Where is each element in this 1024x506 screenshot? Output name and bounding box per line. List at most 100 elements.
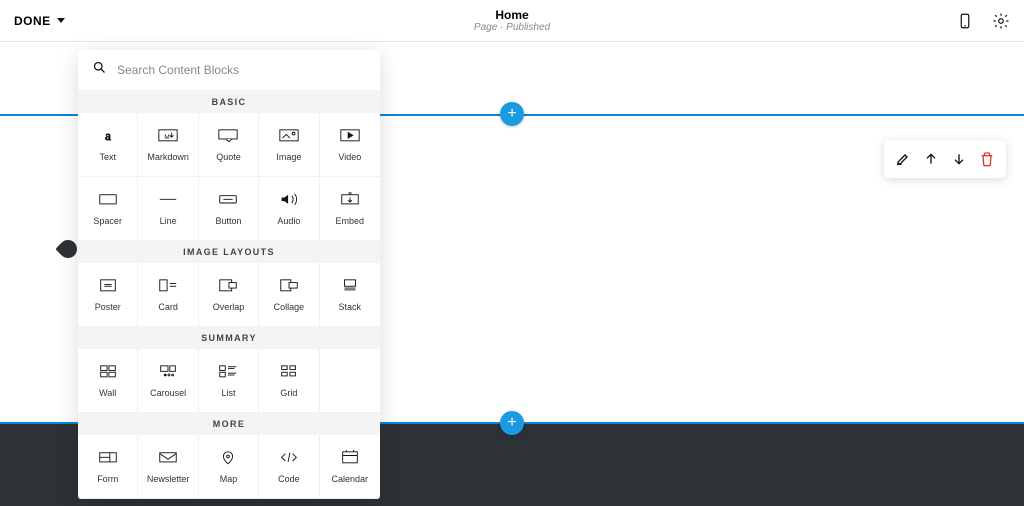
block-grid[interactable]: Grid: [259, 349, 319, 413]
block-wall[interactable]: Wall: [78, 349, 138, 413]
chevron-down-icon: [57, 18, 65, 23]
block-label: Wall: [99, 388, 116, 398]
block-label: Stack: [339, 302, 362, 312]
block-label: Audio: [277, 216, 300, 226]
audio-icon: [278, 192, 300, 208]
block-card[interactable]: Card: [138, 263, 198, 327]
block-label: Form: [97, 474, 118, 484]
block-button[interactable]: Button: [199, 177, 259, 241]
svg-text:a: a: [105, 129, 111, 143]
code-icon: [278, 450, 300, 466]
block-text[interactable]: a Text: [78, 113, 138, 177]
video-icon: [339, 128, 361, 144]
embed-icon: [339, 192, 361, 208]
block-form[interactable]: Form: [78, 435, 138, 499]
block-label: List: [221, 388, 235, 398]
block-calendar[interactable]: Calendar: [320, 435, 380, 499]
empty-cell: [320, 349, 380, 413]
block-label: Spacer: [93, 216, 122, 226]
block-label: Button: [215, 216, 241, 226]
newsletter-icon: [157, 450, 179, 466]
map-icon: [217, 450, 239, 466]
block-spacer[interactable]: Spacer: [78, 177, 138, 241]
block-line[interactable]: Line: [138, 177, 198, 241]
block-label: Quote: [216, 152, 241, 162]
block-label: Markdown: [147, 152, 189, 162]
category-header: SUMMARY: [78, 327, 380, 349]
calendar-icon: [339, 450, 361, 466]
block-newsletter[interactable]: Newsletter: [138, 435, 198, 499]
page-subtitle: Page · Published: [474, 22, 550, 33]
top-bar: DONE Home Page · Published: [0, 0, 1024, 42]
block-list[interactable]: List: [199, 349, 259, 413]
content-blocks-panel: BASIC a Text M Markdown Quote Image Video Spacer…: [78, 50, 380, 499]
block-poster[interactable]: Poster: [78, 263, 138, 327]
block-label: Image: [276, 152, 301, 162]
settings-gear-icon[interactable]: [992, 12, 1010, 30]
block-label: Embed: [336, 216, 365, 226]
block-label: Line: [160, 216, 177, 226]
block-image[interactable]: Image: [259, 113, 319, 177]
button-icon: [217, 192, 239, 208]
block-embed[interactable]: Embed: [320, 177, 380, 241]
search-icon: [92, 60, 107, 80]
block-label: Poster: [95, 302, 121, 312]
block-label: Text: [99, 152, 116, 162]
block-video[interactable]: Video: [320, 113, 380, 177]
svg-text:M: M: [164, 134, 169, 141]
move-down-button[interactable]: [946, 146, 972, 172]
edit-button[interactable]: [890, 146, 916, 172]
card-icon: [157, 278, 179, 294]
wall-icon: [97, 364, 119, 380]
block-stack[interactable]: Stack: [320, 263, 380, 327]
block-label: Newsletter: [147, 474, 190, 484]
block-edit-toolbar: [884, 140, 1006, 178]
block-label: Calendar: [332, 474, 369, 484]
block-overlap[interactable]: Overlap: [199, 263, 259, 327]
move-up-button[interactable]: [918, 146, 944, 172]
image-icon: [278, 128, 300, 144]
carousel-icon: [157, 364, 179, 380]
quote-icon: [217, 128, 239, 144]
line-icon: [157, 192, 179, 208]
block-label: Card: [158, 302, 178, 312]
spacer-icon: [97, 192, 119, 208]
grid-icon: [278, 364, 300, 380]
add-section-button-top[interactable]: +: [500, 102, 524, 126]
top-actions: [956, 12, 1010, 30]
insert-pointer-icon: [55, 236, 80, 261]
block-label: Collage: [274, 302, 305, 312]
search-row: [78, 50, 380, 91]
block-code[interactable]: Code: [259, 435, 319, 499]
block-label: Carousel: [150, 388, 186, 398]
delete-button[interactable]: [974, 146, 1000, 172]
editor-canvas: + + BASIC a Text M Markdown Quote Image Video Sp…: [0, 42, 1024, 506]
poster-icon: [97, 278, 119, 294]
done-button[interactable]: DONE: [14, 14, 65, 28]
stack-icon: [339, 278, 361, 294]
markdown-icon: M: [157, 128, 179, 144]
block-quote[interactable]: Quote: [199, 113, 259, 177]
block-audio[interactable]: Audio: [259, 177, 319, 241]
search-input[interactable]: [117, 63, 366, 77]
block-label: Video: [338, 152, 361, 162]
block-carousel[interactable]: Carousel: [138, 349, 198, 413]
page-title: Home: [474, 8, 550, 22]
category-header: BASIC: [78, 91, 380, 113]
text-icon: a: [97, 128, 119, 144]
form-icon: [97, 450, 119, 466]
collage-icon: [278, 278, 300, 294]
category-header: IMAGE LAYOUTS: [78, 241, 380, 263]
page-title-wrap: Home Page · Published: [474, 8, 550, 33]
block-markdown[interactable]: M Markdown: [138, 113, 198, 177]
block-collage[interactable]: Collage: [259, 263, 319, 327]
list-icon: [217, 364, 239, 380]
block-label: Code: [278, 474, 300, 484]
add-section-button-bottom[interactable]: +: [500, 411, 524, 435]
overlap-icon: [217, 278, 239, 294]
block-map[interactable]: Map: [199, 435, 259, 499]
category-header: MORE: [78, 413, 380, 435]
mobile-preview-icon[interactable]: [956, 12, 974, 30]
block-label: Map: [220, 474, 238, 484]
done-label: DONE: [14, 14, 51, 28]
